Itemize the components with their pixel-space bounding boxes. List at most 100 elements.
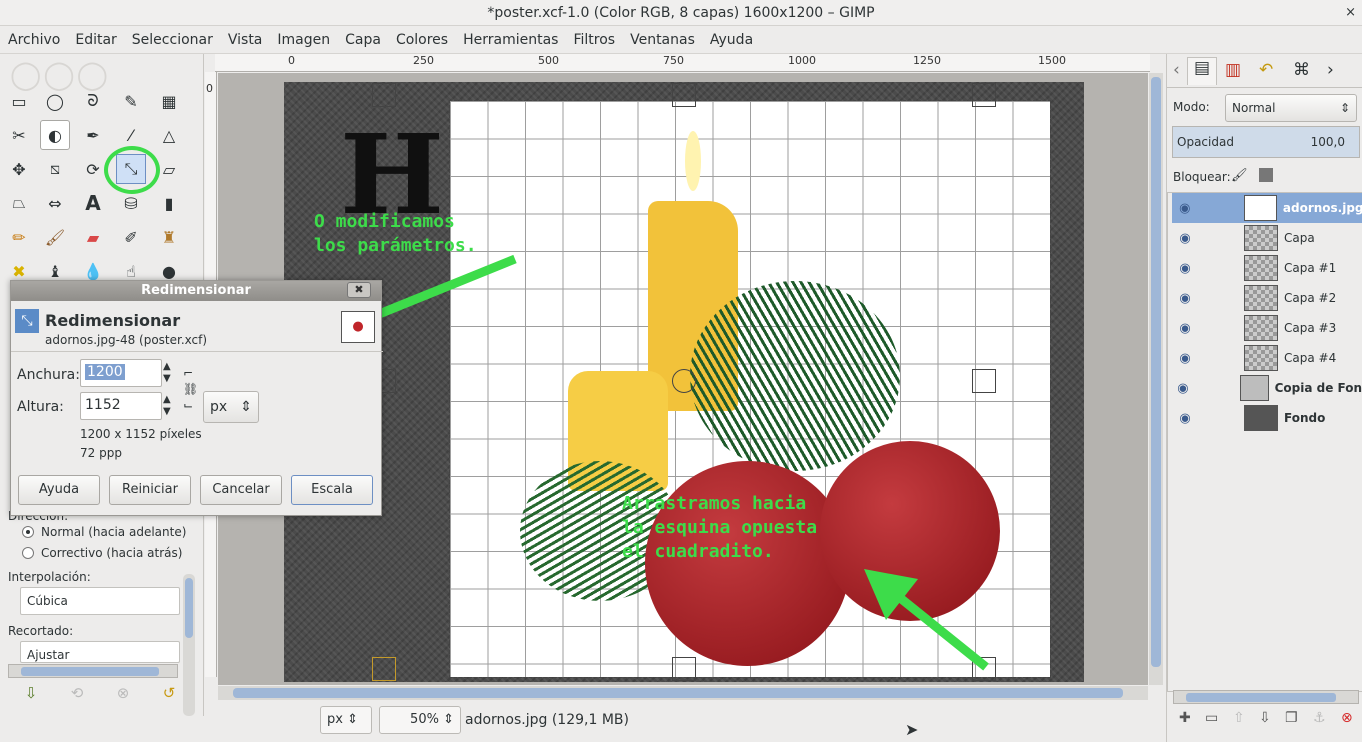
close-icon[interactable]: ×	[1345, 0, 1356, 26]
canvas-hscrollbar[interactable]	[218, 686, 1148, 700]
lower-layer-icon[interactable]: ⇩	[1259, 710, 1271, 726]
eye-icon[interactable]: ◉	[1172, 351, 1198, 366]
chevron-left-icon[interactable]: ‹	[1173, 60, 1180, 80]
duplicate-layer-icon[interactable]: ❐	[1285, 710, 1298, 726]
fuzzy-select-icon[interactable]: ✎	[116, 86, 146, 116]
shear-icon[interactable]: ▱	[154, 154, 184, 184]
layer-row[interactable]: ◉ adornos.jpg	[1172, 193, 1362, 223]
chain-link-icon[interactable]: ⌐ ⛓ ⌙	[183, 365, 198, 413]
raise-layer-icon[interactable]: ⇧	[1233, 710, 1245, 726]
layer-row[interactable]: ◉ Capa #1	[1172, 253, 1362, 283]
dialog-subtitle: adornos.jpg-48 (poster.xcf)	[45, 333, 208, 347]
tool-options-hscrollbar[interactable]	[8, 664, 178, 678]
menu-ventanas[interactable]: Ventanas	[622, 26, 702, 54]
new-layer-icon[interactable]: ✚	[1179, 710, 1191, 726]
move-icon[interactable]: ✥	[4, 154, 34, 184]
unit-selector[interactable]: px ⇕	[320, 706, 372, 734]
scrollbar-thumb[interactable]	[185, 578, 193, 638]
layer-row[interactable]: ◉ Copia de Fondo	[1172, 373, 1362, 403]
scrollbar-thumb[interactable]	[233, 688, 1123, 698]
height-spin-arrows-icon[interactable]: ▲ ▼	[163, 394, 171, 418]
eye-icon[interactable]: ◉	[1172, 411, 1198, 426]
lock-pixels-icon[interactable]: 🖌	[1231, 168, 1248, 183]
layer-row[interactable]: ◉ Capa #2	[1172, 283, 1362, 313]
mode-combo[interactable]: Normal ⇕	[1225, 94, 1357, 122]
menu-editar[interactable]: Editar	[67, 26, 123, 54]
menu-ayuda[interactable]: Ayuda	[702, 26, 760, 54]
paths-tab-icon[interactable]: ⌘	[1293, 60, 1310, 80]
eye-icon[interactable]: ◉	[1172, 261, 1198, 276]
highlight-circle-icon	[104, 146, 160, 194]
pencil-icon[interactable]: ✏	[4, 222, 34, 252]
menu-imagen[interactable]: Imagen	[269, 26, 337, 54]
horizontal-ruler: 0 250 500 750 1000 1250 1500	[215, 54, 1150, 72]
reset-button[interactable]: Reiniciar	[109, 475, 191, 505]
layer-row[interactable]: ◉ Capa #4	[1172, 343, 1362, 373]
undo-history-tab-icon[interactable]: ↶	[1259, 60, 1273, 80]
chevron-right-icon[interactable]: ›	[1327, 60, 1334, 80]
perspective-icon[interactable]: ⏢	[4, 188, 34, 218]
eye-icon[interactable]: ◉	[1172, 381, 1194, 396]
height-input[interactable]: 1152	[80, 392, 162, 420]
paths-icon[interactable]: ✒	[78, 120, 108, 150]
eye-icon[interactable]: ◉	[1172, 321, 1198, 336]
layer-row[interactable]: ◉ Fondo	[1172, 403, 1362, 433]
eye-icon[interactable]: ◉	[1172, 291, 1198, 306]
lock-alpha-icon[interactable]	[1259, 168, 1273, 182]
scrollbar-thumb[interactable]	[21, 667, 159, 676]
eraser-icon[interactable]: ▰	[78, 222, 108, 252]
foreground-select-icon[interactable]: ◐	[40, 120, 70, 150]
layer-row[interactable]: ◉ Capa	[1172, 223, 1362, 253]
text-icon[interactable]: A	[78, 188, 108, 218]
save-options-icon[interactable]: ⇩	[8, 684, 54, 702]
menu-herramientas[interactable]: Herramientas	[455, 26, 565, 54]
blend-icon[interactable]: ▮	[154, 188, 184, 218]
bucket-fill-icon[interactable]: ⛁	[116, 188, 146, 218]
dialog-heading: Redimensionar	[45, 311, 181, 330]
scale-button[interactable]: Escala	[291, 475, 373, 505]
layers-hscrollbar[interactable]	[1173, 690, 1359, 704]
clipping-combo[interactable]: Ajustar	[20, 641, 180, 663]
anchor-layer-icon[interactable]: ⚓	[1313, 710, 1326, 726]
measure-icon[interactable]: △	[154, 120, 184, 150]
menu-archivo[interactable]: Archivo	[0, 26, 67, 54]
canvas-vscrollbar[interactable]	[1149, 73, 1163, 685]
rect-select-icon[interactable]: ▭	[4, 86, 34, 116]
scrollbar-thumb[interactable]	[1151, 77, 1161, 667]
ellipse-select-icon[interactable]: ◯	[40, 86, 70, 116]
menu-capa[interactable]: Capa	[337, 26, 388, 54]
interpolation-combo[interactable]: Cúbica	[20, 587, 180, 615]
eye-icon[interactable]: ◉	[1172, 201, 1198, 216]
menu-colores[interactable]: Colores	[388, 26, 455, 54]
paintbrush-icon[interactable]: 🖌	[40, 222, 70, 252]
color-select-icon[interactable]: ▦	[154, 86, 184, 116]
menu-vista[interactable]: Vista	[220, 26, 270, 54]
menu-seleccionar[interactable]: Seleccionar	[124, 26, 220, 54]
reset-options-icon[interactable]: ↺	[146, 684, 192, 702]
dialog-close-icon[interactable]: ✖	[347, 282, 371, 298]
lasso-icon[interactable]: ᘐ	[78, 86, 108, 116]
layers-tab-icon[interactable]: ▤	[1187, 57, 1217, 85]
eye-icon[interactable]: ◉	[1172, 231, 1198, 246]
airbrush-icon[interactable]: ✐	[116, 222, 146, 252]
scissors-icon[interactable]: ✂	[4, 120, 34, 150]
width-input[interactable]: 1200	[80, 359, 162, 387]
opacity-field[interactable]: Opacidad 100,0	[1172, 126, 1360, 158]
cancel-button[interactable]: Cancelar	[200, 475, 282, 505]
menu-filtros[interactable]: Filtros	[565, 26, 622, 54]
flip-icon[interactable]: ⇔	[40, 188, 70, 218]
align-icon[interactable]: ⧅	[40, 154, 70, 184]
help-button[interactable]: Ayuda	[18, 475, 100, 505]
direction-corrective-radio[interactable]: Correctivo (hacia atrás)	[22, 546, 182, 560]
direction-normal-radio[interactable]: Normal (hacia adelante)	[22, 525, 186, 539]
resolution-info: 72 ppp	[80, 446, 122, 460]
unit-combo[interactable]: px ⇕	[203, 391, 259, 423]
channels-tab-icon[interactable]: ▥	[1225, 60, 1241, 80]
clone-stamp-icon[interactable]: ♜	[154, 222, 184, 252]
delete-layer-icon[interactable]: ⊗	[1341, 710, 1353, 726]
new-group-icon[interactable]: ▭	[1205, 710, 1218, 726]
scrollbar-thumb[interactable]	[1186, 693, 1336, 702]
zoom-selector[interactable]: 50% ⇕	[379, 706, 461, 734]
layer-row[interactable]: ◉ Capa #3	[1172, 313, 1362, 343]
width-spin-arrows-icon[interactable]: ▲ ▼	[163, 361, 171, 385]
